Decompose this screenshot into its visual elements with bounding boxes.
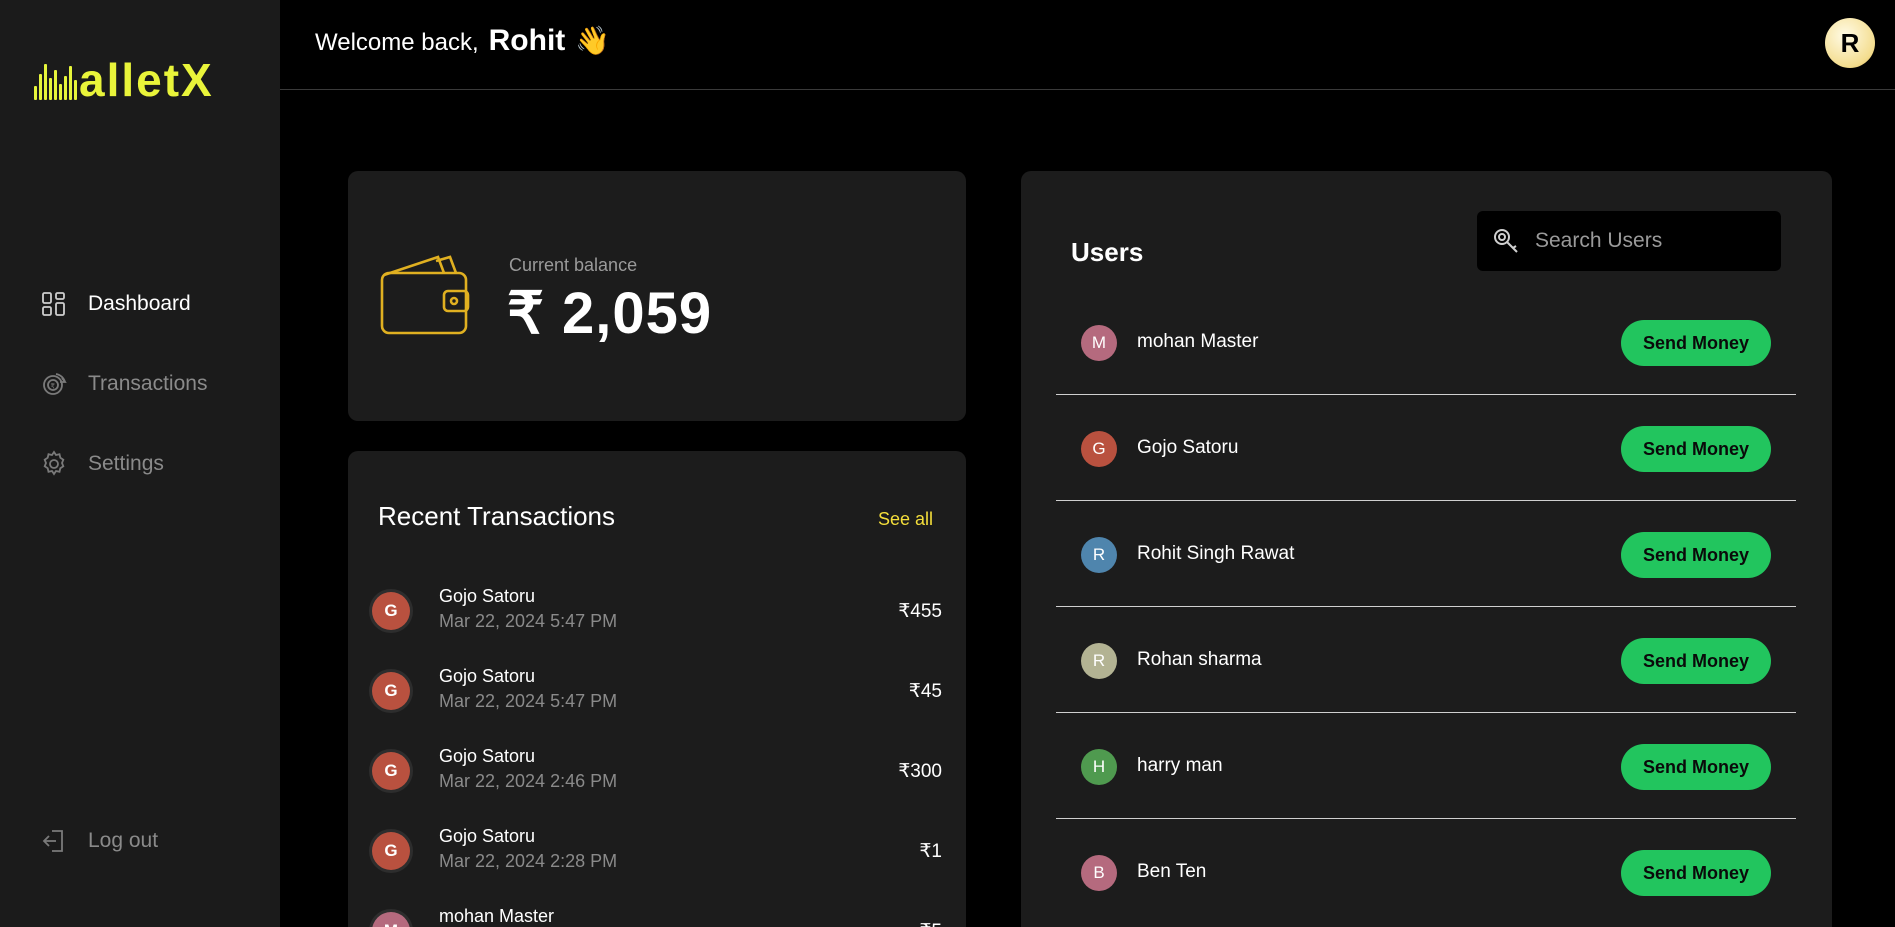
user-row-name: Gojo Satoru [1137, 437, 1239, 458]
user-row: M mohan Master Send Money [1056, 289, 1796, 395]
app-root: alletX Dashboard ₹ Transactions Settings [0, 0, 1895, 927]
sidebar-item-label: Settings [88, 452, 164, 475]
logo-text: alletX [79, 54, 214, 106]
transaction-row[interactable]: M mohan Master ₹5 [372, 898, 942, 927]
user-row-name: Ben Ten [1137, 861, 1207, 882]
transaction-date: Mar 22, 2024 5:47 PM [439, 691, 618, 711]
sidebar-item-label: Dashboard [88, 292, 191, 315]
send-money-button[interactable]: Send Money [1621, 744, 1771, 790]
transaction-name: Gojo Satoru [439, 666, 536, 686]
sidebar-item-label: Transactions [88, 372, 208, 395]
user-row: G Gojo Satoru Send Money [1056, 395, 1796, 501]
user-avatar[interactable]: R [1825, 18, 1875, 68]
user-row: R Rohan sharma Send Money [1056, 607, 1796, 713]
welcome-text: Welcome back, [315, 29, 479, 56]
logout-label: Log out [88, 829, 159, 852]
logo[interactable]: alletX [34, 56, 214, 104]
transaction-amount: ₹5 [919, 920, 942, 927]
transaction-avatar: G [372, 752, 410, 790]
send-money-button[interactable]: Send Money [1621, 426, 1771, 472]
transaction-avatar: M [372, 912, 410, 927]
wallet-icon [380, 255, 470, 335]
transaction-row[interactable]: G Gojo Satoru Mar 22, 2024 2:46 PM ₹300 [372, 738, 942, 798]
user-row: B Ben Ten Send Money [1056, 819, 1796, 925]
sidebar-item-dashboard[interactable]: Dashboard [40, 286, 191, 322]
search-box [1477, 211, 1781, 271]
recent-transactions-card: Recent Transactions See all G Gojo Sator… [348, 451, 966, 927]
recent-transactions-title: Recent Transactions [378, 501, 616, 531]
transaction-row[interactable]: G Gojo Satoru Mar 22, 2024 5:47 PM ₹45 [372, 658, 942, 718]
send-money-button[interactable]: Send Money [1621, 320, 1771, 366]
transaction-row[interactable]: G Gojo Satoru Mar 22, 2024 5:47 PM ₹455 [372, 578, 942, 638]
user-row-avatar: R [1081, 537, 1117, 573]
svg-text:₹: ₹ [51, 383, 56, 391]
send-money-button[interactable]: Send Money [1621, 638, 1771, 684]
logout-icon [42, 830, 63, 852]
transactions-icon: ₹ [43, 373, 67, 395]
balance-value: ₹ 2,059 [507, 281, 713, 346]
balance-label: Current balance [509, 255, 638, 275]
search-icon [1494, 229, 1518, 253]
transaction-amount: ₹300 [898, 761, 942, 782]
settings-icon [43, 450, 65, 476]
dashboard-icon [42, 292, 65, 316]
see-all-link[interactable]: See all [878, 509, 933, 530]
user-row-name: mohan Master [1137, 331, 1259, 352]
transaction-name: Gojo Satoru [439, 586, 536, 606]
transaction-date: Mar 22, 2024 5:47 PM [439, 611, 618, 631]
transaction-date: Mar 22, 2024 2:46 PM [439, 771, 618, 791]
balance-card: Current balance ₹ 2,059 [348, 171, 966, 421]
welcome-user-name: Rohit [488, 24, 566, 57]
transaction-name: Gojo Satoru [439, 746, 536, 766]
user-row: R Rohit Singh Rawat Send Money [1056, 501, 1796, 607]
transaction-avatar: G [372, 592, 410, 630]
user-row-name: Rohit Singh Rawat [1137, 543, 1295, 564]
transaction-avatar: G [372, 672, 410, 710]
wave-emoji-icon: 👋 [575, 25, 611, 56]
user-row-name: Rohan sharma [1137, 649, 1262, 670]
users-card: Users M mohan Master Send MoneyG Gojo Sa… [1021, 171, 1832, 927]
transaction-amount: ₹45 [908, 681, 942, 702]
transaction-row[interactable]: G Gojo Satoru Mar 22, 2024 2:28 PM ₹1 [372, 818, 942, 878]
users-title: Users [1071, 237, 1144, 267]
user-row-avatar: R [1081, 643, 1117, 679]
transaction-amount: ₹455 [898, 601, 942, 622]
logout-button[interactable]: Log out [40, 823, 158, 859]
transaction-avatar: G [372, 832, 410, 870]
user-row-avatar: G [1081, 431, 1117, 467]
transaction-date: Mar 22, 2024 2:28 PM [439, 851, 618, 871]
sidebar-item-settings[interactable]: Settings [40, 446, 164, 482]
search-users-input[interactable] [1535, 229, 1765, 253]
user-row: H harry man Send Money [1056, 713, 1796, 819]
sidebar-item-transactions[interactable]: ₹ Transactions [40, 366, 207, 402]
user-row-name: harry man [1137, 755, 1223, 776]
transaction-name: Gojo Satoru [439, 826, 536, 846]
send-money-button[interactable]: Send Money [1621, 850, 1771, 896]
user-row-avatar: H [1081, 749, 1117, 785]
sidebar: alletX Dashboard ₹ Transactions Settings [0, 0, 280, 927]
transaction-name: mohan Master [439, 906, 555, 926]
top-header: Welcome back, Rohit 👋 R [280, 0, 1895, 90]
transaction-amount: ₹1 [919, 841, 942, 862]
send-money-button[interactable]: Send Money [1621, 532, 1771, 578]
welcome-message: Welcome back, Rohit 👋 [315, 24, 610, 58]
user-row-avatar: B [1081, 855, 1117, 891]
user-row-avatar: M [1081, 325, 1117, 361]
logo-mark-icon [34, 60, 77, 100]
